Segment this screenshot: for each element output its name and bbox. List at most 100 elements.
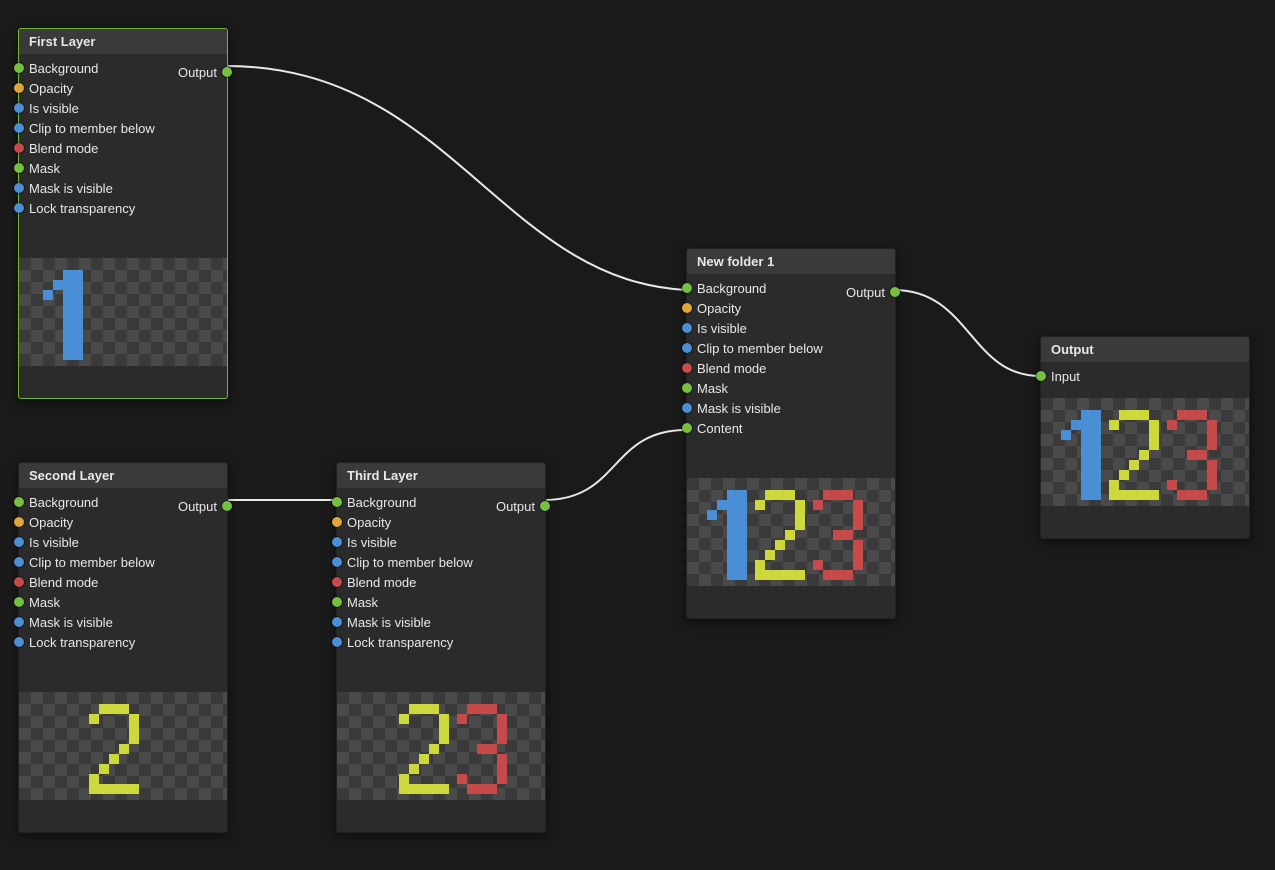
- input-port-is-visible[interactable]: [14, 103, 24, 113]
- input-label: Content: [697, 421, 743, 436]
- input-label: Blend mode: [347, 575, 416, 590]
- input-port-lock-transparency[interactable]: [14, 203, 24, 213]
- node-footer: [337, 800, 545, 828]
- input-row-1: Opacity: [19, 512, 227, 532]
- node-title-label: New folder 1: [697, 254, 774, 269]
- input-row-5: Mask: [687, 378, 895, 398]
- input-port-background[interactable]: [14, 497, 24, 507]
- input-port-lock-transparency[interactable]: [332, 637, 342, 647]
- input-port-lock-transparency[interactable]: [14, 637, 24, 647]
- node-title-label: Third Layer: [347, 468, 418, 483]
- input-label: Opacity: [29, 515, 73, 530]
- input-port-clip-to-member-below[interactable]: [682, 343, 692, 353]
- input-port-content[interactable]: [682, 423, 692, 433]
- connection-first-to-folder[interactable]: [226, 66, 686, 290]
- node-body: BackgroundOutput Opacity Is visible Clip to…: [19, 488, 227, 832]
- input-port-mask[interactable]: [682, 383, 692, 393]
- node-title[interactable]: First Layer: [19, 29, 227, 54]
- input-port-opacity[interactable]: [14, 83, 24, 93]
- input-label: Lock transparency: [29, 635, 135, 650]
- input-label: Input: [1051, 369, 1080, 384]
- input-port-background[interactable]: [14, 63, 24, 73]
- node-title[interactable]: New folder 1: [687, 249, 895, 274]
- input-port-mask[interactable]: [14, 597, 24, 607]
- input-port-opacity[interactable]: [332, 517, 342, 527]
- input-row-2: Is visible: [19, 98, 227, 118]
- node-new-folder-1[interactable]: New folder 1BackgroundOutputOpacityIs vi…: [686, 248, 896, 619]
- input-port-blend-mode[interactable]: [14, 143, 24, 153]
- input-row-2: Is visible: [19, 532, 227, 552]
- input-label: Background: [29, 61, 98, 76]
- input-row-5: Mask: [19, 592, 227, 612]
- input-label: Is visible: [697, 321, 747, 336]
- input-port-mask[interactable]: [14, 163, 24, 173]
- input-row-6: Mask is visible: [19, 178, 227, 198]
- input-port-blend-mode[interactable]: [682, 363, 692, 373]
- node-preview: [687, 478, 895, 586]
- node-body: BackgroundOutputOpacityIs visibleClip to…: [687, 274, 895, 618]
- input-port-mask-is-visible[interactable]: [14, 183, 24, 193]
- input-port-is-visible[interactable]: [14, 537, 24, 547]
- input-label: Clip to member below: [29, 555, 155, 570]
- input-port-opacity[interactable]: [14, 517, 24, 527]
- input-row-4: Blend mode: [687, 358, 895, 378]
- node-output[interactable]: Output Input: [1040, 336, 1250, 539]
- input-port-mask-is-visible[interactable]: [332, 617, 342, 627]
- input-label: Opacity: [29, 81, 73, 96]
- node-footer: [687, 586, 895, 614]
- input-row-1: Opacity: [687, 298, 895, 318]
- input-label: Clip to member below: [29, 121, 155, 136]
- output-port[interactable]: [222, 501, 232, 511]
- node-body: Input: [1041, 362, 1249, 538]
- input-port-clip-to-member-below[interactable]: [332, 557, 342, 567]
- input-row-6: Mask is visible: [337, 612, 545, 632]
- input-port-mask[interactable]: [332, 597, 342, 607]
- input-row-0: BackgroundOutput: [19, 492, 227, 512]
- node-title[interactable]: Output: [1041, 337, 1249, 362]
- input-port-is-visible[interactable]: [332, 537, 342, 547]
- node-title-label: Output: [1051, 342, 1094, 357]
- input-label: Clip to member below: [347, 555, 473, 570]
- input-port-is-visible[interactable]: [682, 323, 692, 333]
- input-label: Blend mode: [29, 575, 98, 590]
- node-title[interactable]: Third Layer: [337, 463, 545, 488]
- input-port-input[interactable]: [1036, 371, 1046, 381]
- input-label: Mask is visible: [347, 615, 431, 630]
- connection-folder-to-output[interactable]: [894, 290, 1040, 376]
- input-label: Mask: [347, 595, 378, 610]
- output-port[interactable]: [222, 67, 232, 77]
- node-body: BackgroundOutputOpacityIs visibleClip to…: [337, 488, 545, 832]
- input-port-mask-is-visible[interactable]: [14, 617, 24, 627]
- input-label: Opacity: [697, 301, 741, 316]
- input-row-5: Mask: [19, 158, 227, 178]
- input-row-7: Content: [687, 418, 895, 438]
- input-port-clip-to-member-below[interactable]: [14, 557, 24, 567]
- output-port[interactable]: [890, 287, 900, 297]
- input-label: Is visible: [347, 535, 397, 550]
- input-port-mask-is-visible[interactable]: [682, 403, 692, 413]
- node-third-layer[interactable]: Third LayerBackgroundOutputOpacityIs vis…: [336, 462, 546, 833]
- input-label: Mask is visible: [29, 181, 113, 196]
- input-port-clip-to-member-below[interactable]: [14, 123, 24, 133]
- input-label: Background: [347, 495, 416, 510]
- input-row-6: Mask is visible: [687, 398, 895, 418]
- input-port-blend-mode[interactable]: [14, 577, 24, 587]
- input-port-opacity[interactable]: [682, 303, 692, 313]
- node-first-layer[interactable]: First LayerBackgroundOutputOpacityIs vis…: [18, 28, 228, 399]
- input-row-1: Opacity: [19, 78, 227, 98]
- input-row-2: Is visible: [337, 532, 545, 552]
- input-row-3: Clip to member below: [19, 552, 227, 572]
- output-port[interactable]: [540, 501, 550, 511]
- connection-third-to-folder[interactable]: [544, 430, 686, 500]
- input-label: Lock transparency: [347, 635, 453, 650]
- input-row-1: Opacity: [337, 512, 545, 532]
- input-port-blend-mode[interactable]: [332, 577, 342, 587]
- input-label: Mask: [29, 595, 60, 610]
- input-label: Mask is visible: [697, 401, 781, 416]
- node-second-layer[interactable]: Second Layer BackgroundOutput Opacity Is vi…: [18, 462, 228, 833]
- node-title[interactable]: Second Layer: [19, 463, 227, 488]
- input-port-background[interactable]: [682, 283, 692, 293]
- node-title-label: First Layer: [29, 34, 95, 49]
- node-footer: [19, 800, 227, 828]
- input-port-background[interactable]: [332, 497, 342, 507]
